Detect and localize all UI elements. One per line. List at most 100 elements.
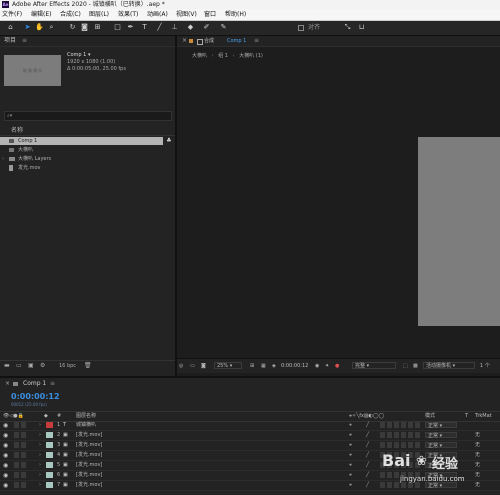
flowchart-icon[interactable]: ♣ [165, 137, 173, 145]
views-select[interactable]: 1 个 [480, 359, 490, 373]
quality-switch-icon[interactable]: ╱ [366, 451, 369, 460]
settings-icon[interactable]: ⚙ [40, 361, 45, 371]
rotate-icon[interactable]: ↻ [68, 23, 77, 32]
comp-name[interactable]: Comp 1 ▾ [67, 52, 126, 59]
label-color-swatch[interactable] [46, 482, 53, 488]
menu-composition[interactable]: 合成(C) [60, 9, 81, 20]
layer-row[interactable]: ◉ › 2 ▣ [发光.mov] ⚹ ╱ 正常 ▾ 无 [0, 431, 500, 441]
expand-twirl-icon[interactable]: › [39, 461, 41, 470]
eraser-icon[interactable]: ◆ [186, 23, 195, 32]
breadcrumb-item[interactable]: 大横叭 [192, 53, 207, 59]
camera-icon[interactable]: ◙ [80, 23, 89, 32]
selection-arrow-icon[interactable]: ➤ [23, 23, 32, 32]
audio-toggle[interactable] [14, 452, 19, 458]
tab-comp1-timeline[interactable]: Comp 1 [23, 378, 46, 390]
expand-twirl-icon[interactable]: › [39, 421, 41, 430]
layer-row[interactable]: ◉ › 1 T 城镇横叭 ⚹ ╱ 正常 ▾ [0, 421, 500, 431]
pan-behind-icon[interactable]: ⊞ [93, 23, 102, 32]
mask-icon[interactable]: ◙ [201, 359, 206, 373]
snap-checkbox[interactable] [298, 25, 304, 31]
menu-edit[interactable]: 编辑(E) [31, 9, 51, 20]
shy-switch-icon[interactable]: ⚹ [349, 471, 352, 480]
snap-options-icon[interactable]: ⤡ [343, 23, 352, 32]
menu-file[interactable]: 文件(F) [2, 9, 22, 20]
audio-toggle[interactable] [14, 472, 19, 478]
project-item-comp[interactable]: 大横叭 [0, 146, 174, 154]
tab-comp1[interactable]: Comp 1 [227, 36, 246, 46]
track-matte-select[interactable]: 无 [475, 431, 480, 440]
clone-stamp-icon[interactable]: ⊥ [170, 23, 179, 32]
menu-layer[interactable]: 图层(L) [89, 9, 109, 20]
roto-brush-icon[interactable]: ✐ [202, 23, 211, 32]
menu-animation[interactable]: 动画(A) [147, 9, 168, 20]
expand-twirl-icon[interactable]: › [39, 481, 41, 490]
snapshot-icon[interactable]: ◉ [315, 359, 319, 373]
audio-toggle[interactable] [14, 462, 19, 468]
region-of-interest-icon[interactable]: ⬚ [403, 359, 408, 373]
blend-mode-select[interactable]: 正常 ▾ [425, 422, 457, 429]
project-item-footage[interactable]: 发光.mov [0, 164, 174, 172]
label-color-swatch[interactable] [46, 472, 53, 478]
toggle-transparency-icon[interactable]: ▩ [413, 359, 418, 373]
trash-icon[interactable]: 🗑 [84, 361, 92, 371]
breadcrumb-item[interactable]: 大横叭 (1) [239, 53, 263, 59]
layer-switches[interactable] [380, 422, 420, 428]
layer-switches[interactable] [380, 432, 420, 438]
bit-depth[interactable]: 16 bpc [59, 361, 76, 371]
label-color-swatch[interactable] [46, 442, 53, 448]
audio-toggle[interactable] [14, 442, 19, 448]
camera-select[interactable]: 活动摄像机 ▾ [423, 362, 475, 369]
mode-header[interactable]: 模式 [425, 412, 435, 421]
always-preview-icon[interactable]: ◎ [179, 359, 183, 373]
shy-switch-icon[interactable]: ⚹ [349, 431, 352, 440]
audio-toggle[interactable] [14, 422, 19, 428]
quality-switch-icon[interactable]: ╱ [366, 461, 369, 470]
layer-name[interactable]: [发光.mov] [76, 451, 102, 460]
solo-toggle[interactable] [21, 452, 26, 458]
label-tag-icon[interactable]: ◆ [44, 412, 48, 421]
track-matte-select[interactable]: 无 [475, 441, 480, 450]
resolution-icon[interactable]: ◈ [272, 359, 276, 373]
solo-toggle[interactable] [21, 462, 26, 468]
close-icon[interactable]: × [182, 36, 187, 46]
layer-name[interactable]: [发光.mov] [76, 441, 102, 450]
type-icon[interactable]: T [140, 23, 149, 32]
layer-name[interactable]: [发光.mov] [76, 431, 102, 440]
lock-icon[interactable] [189, 39, 193, 43]
solo-toggle[interactable] [21, 422, 26, 428]
visibility-eye-icon[interactable]: ◉ [3, 451, 8, 460]
layer-name[interactable]: [发光.mov] [76, 461, 102, 470]
expand-twirl-icon[interactable]: › [39, 451, 41, 460]
monitor-icon[interactable]: ▭ [190, 359, 195, 373]
visibility-eye-icon[interactable]: ◉ [3, 431, 8, 440]
panel-menu-icon[interactable]: ≡ [50, 378, 55, 390]
layer-switches[interactable] [380, 442, 420, 448]
trkmat-header[interactable]: TrkMat [475, 412, 492, 421]
expand-twirl-icon[interactable]: › [39, 471, 41, 480]
interpret-footage-icon[interactable]: ▬ [4, 361, 10, 371]
close-icon[interactable]: × [5, 378, 10, 390]
menu-window[interactable]: 窗口 [204, 9, 216, 20]
new-comp-icon[interactable]: ▣ [28, 361, 34, 371]
brush-icon[interactable]: ╱ [155, 23, 164, 32]
menu-view[interactable]: 视图(V) [176, 9, 197, 20]
disclosure-triangle-icon[interactable]: › [2, 155, 4, 163]
visibility-eye-icon[interactable]: ◉ [3, 441, 8, 450]
layer-name[interactable]: 城镇横叭 [76, 421, 96, 430]
solo-toggle[interactable] [21, 472, 26, 478]
blend-mode-select[interactable]: 正常 ▾ [425, 442, 457, 449]
label-color-swatch[interactable] [46, 432, 53, 438]
visibility-eye-icon[interactable]: ◉ [3, 461, 8, 470]
new-folder-icon[interactable]: ▭ [16, 361, 22, 371]
layer-name[interactable]: [发光.mov] [76, 481, 102, 490]
show-channel-icon[interactable]: ✦ [325, 359, 329, 373]
solo-toggle[interactable] [21, 442, 26, 448]
resolution-select[interactable]: 完整 ▾ [352, 362, 396, 369]
color-channel-icon[interactable]: ● [335, 359, 339, 373]
zoom-select[interactable]: 25% ▾ [214, 362, 242, 369]
zoom-icon[interactable]: ⌕ [47, 23, 56, 32]
quality-switch-icon[interactable]: ╱ [366, 431, 369, 440]
visibility-eye-icon[interactable]: ◉ [3, 471, 8, 480]
composition-canvas[interactable] [418, 137, 500, 326]
shy-switch-icon[interactable]: ⚹ [349, 421, 352, 430]
